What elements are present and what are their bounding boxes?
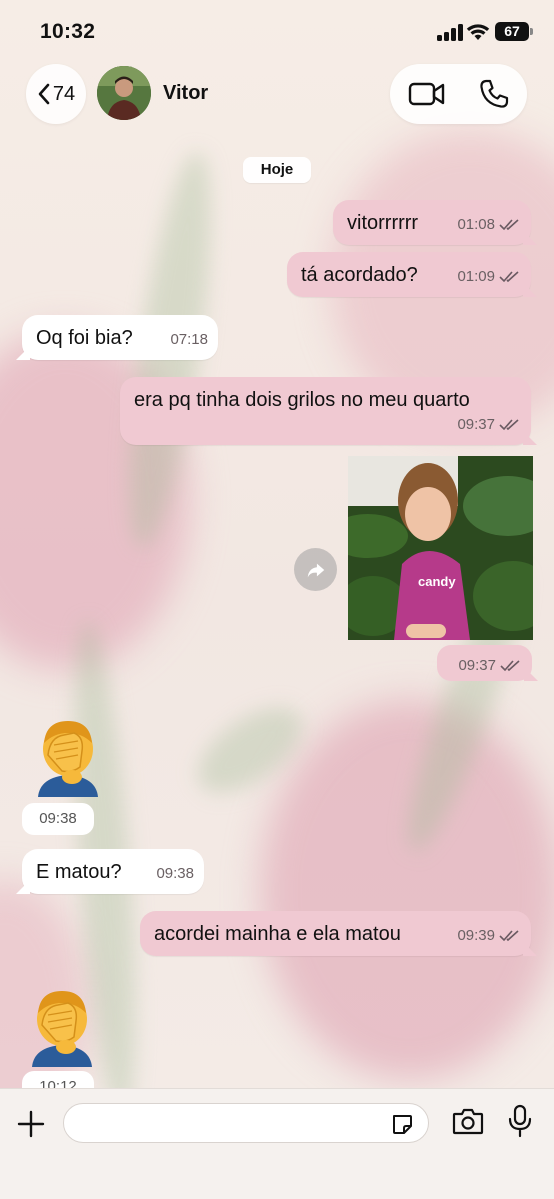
message-time: 01:09	[457, 268, 495, 285]
message-text: vitorrrrrr	[347, 212, 419, 234]
message-text: era pq tinha dois grilos no meu quarto	[134, 389, 470, 411]
avatar[interactable]	[97, 66, 151, 120]
message-time: 09:38	[156, 865, 194, 882]
plus-icon[interactable]	[16, 1109, 46, 1139]
message-text: tá acordado?	[301, 264, 418, 286]
read-receipt-icon	[499, 419, 519, 431]
unread-count: 74	[52, 82, 76, 105]
date-separator: Hoje	[243, 157, 311, 183]
photo-shirt-text: candy	[418, 574, 456, 589]
message-incoming[interactable]: E matou? 09:38	[22, 849, 204, 894]
forward-button[interactable]	[294, 548, 337, 591]
forward-icon	[307, 563, 324, 577]
sticker-icon[interactable]	[390, 1112, 414, 1136]
contact-name[interactable]: Vitor	[163, 82, 208, 105]
wifi-icon	[466, 24, 490, 40]
status-bar: 10:32 67	[0, 0, 554, 62]
call-actions	[390, 64, 527, 124]
message-input-box[interactable]	[63, 1103, 429, 1143]
battery-indicator: 67	[495, 22, 533, 41]
message-outgoing[interactable]: tá acordado? 01:09	[287, 252, 531, 297]
message-outgoing[interactable]: era pq tinha dois grilos no meu quarto 0…	[120, 377, 531, 445]
phone-call-icon[interactable]	[478, 78, 510, 110]
mic-icon[interactable]	[507, 1104, 533, 1138]
message-time-bubble: 09:38	[22, 803, 94, 835]
camera-icon[interactable]	[452, 1107, 484, 1135]
photo-time-bubble: 09:37	[437, 645, 532, 681]
avatar-image	[97, 66, 151, 120]
message-input[interactable]	[78, 1110, 378, 1138]
chevron-left-icon	[38, 83, 50, 105]
message-outgoing[interactable]: vitorrrrrr 01:08	[333, 200, 531, 245]
message-time: 09:37	[458, 657, 496, 674]
back-button[interactable]: 74	[26, 64, 86, 124]
facepalm-emoji[interactable]	[32, 715, 104, 797]
read-receipt-icon	[499, 271, 519, 283]
read-receipt-icon	[499, 930, 519, 942]
photo-image: candy	[348, 456, 533, 640]
message-time: 07:18	[170, 331, 208, 348]
read-receipt-icon	[499, 219, 519, 231]
video-call-icon[interactable]	[408, 80, 446, 108]
message-incoming[interactable]: Oq foi bia? 07:18	[22, 315, 218, 360]
message-text: E matou?	[36, 861, 122, 883]
message-text: acordei mainha e ela matou	[154, 923, 401, 945]
message-outgoing[interactable]: acordei mainha e ela matou 09:39	[140, 911, 531, 956]
signal-icon	[437, 24, 463, 41]
message-text: Oq foi bia?	[36, 327, 133, 349]
read-receipt-icon	[500, 659, 520, 671]
message-time: 01:08	[457, 216, 495, 233]
message-time: 09:37	[457, 416, 495, 433]
chat-header: 74 Vitor	[0, 62, 554, 138]
photo-message[interactable]: candy	[348, 456, 533, 640]
facepalm-emoji[interactable]	[26, 985, 98, 1067]
message-time: 09:39	[457, 927, 495, 944]
composer-bar	[0, 1088, 554, 1199]
status-time: 10:32	[40, 20, 96, 43]
